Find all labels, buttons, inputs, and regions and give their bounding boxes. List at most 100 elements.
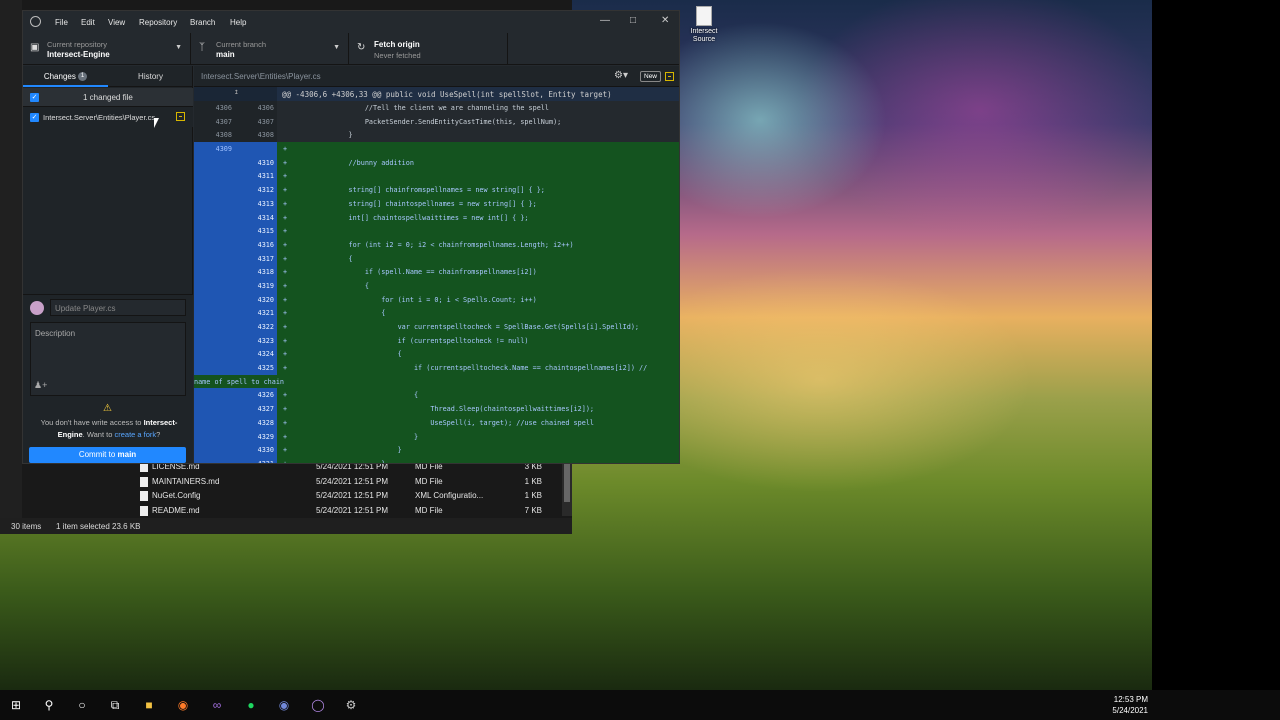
- new-line-number: 4318: [257, 268, 274, 277]
- github-desktop-icon[interactable]: ◯: [310, 697, 326, 713]
- visual-studio-icon[interactable]: ∞: [209, 697, 225, 713]
- new-line-number: 4306: [257, 104, 274, 112]
- changed-file-item[interactable]: ✓ Intersect.Server\Entities\Player.cs: [23, 107, 193, 127]
- sidebar-tabs: Changes 1 History: [23, 66, 193, 87]
- diff-line[interactable]: name of spell to chain: [194, 374, 679, 389]
- line-code: name of spell to chain: [194, 377, 285, 386]
- new-badge: New: [640, 71, 662, 82]
- windows-start-icon[interactable]: ⊞: [8, 697, 24, 713]
- create-fork-link[interactable]: create a fork: [114, 430, 156, 439]
- commit-summary-input[interactable]: Update Player.cs: [50, 299, 186, 316]
- cortana-icon[interactable]: ○: [74, 697, 90, 713]
- new-line-number: 4308: [257, 131, 274, 140]
- file-explorer-icon[interactable]: ■: [141, 697, 157, 713]
- diff-line[interactable]: 4309 +: [194, 142, 679, 156]
- diff-line[interactable]: 4307 4307 PacketSender.SendEntityCastTime…: [194, 114, 679, 129]
- diff-line[interactable]: 4326 + {: [194, 388, 679, 403]
- clock-time: 12:53 PM: [1113, 695, 1148, 704]
- new-line-number: 4319: [257, 281, 274, 290]
- line-code: + if (currentspelltocheck.Name == chaint…: [283, 364, 648, 373]
- current-repository-button[interactable]: ▣ Current repository Intersect-Engine ▼: [23, 33, 191, 65]
- task-view-icon[interactable]: ⧉: [107, 697, 123, 713]
- menu-view[interactable]: View: [108, 18, 125, 27]
- current-branch-button[interactable]: ᛉ Current branch main ▼: [192, 33, 349, 65]
- fetch-origin-button[interactable]: ↻ Fetch origin Never fetched: [350, 33, 508, 65]
- desktop-icon-intersect-source[interactable]: Intersect Source: [682, 6, 726, 44]
- commit-description-input[interactable]: Description: [30, 322, 186, 396]
- close-icon[interactable]: ✕: [661, 15, 669, 26]
- menu-file[interactable]: File: [55, 18, 68, 27]
- new-line-number: 4314: [257, 213, 274, 222]
- line-code: + {: [283, 391, 419, 400]
- status-selection: 1 item selected 23.6 KB: [56, 522, 141, 531]
- diff-line[interactable]: 4322 + var currentspelltocheck = SpellBas…: [194, 320, 679, 334]
- add-coauthor-icon[interactable]: ♟+: [34, 380, 47, 391]
- diff-line[interactable]: 4324 + {: [194, 347, 679, 362]
- line-code: + UseSpell(i, target); //use chained spe…: [283, 418, 594, 427]
- diff-line[interactable]: 4317 + {: [194, 251, 679, 266]
- table-row[interactable]: README.md 5/24/2021 12:51 PM MD File 7 KB: [132, 504, 572, 519]
- scrollbar-thumb[interactable]: [564, 462, 570, 502]
- diff-line[interactable]: 4329 + }: [194, 429, 679, 444]
- description-placeholder: Description: [35, 329, 76, 338]
- new-line-number: 4326: [257, 391, 274, 400]
- diff-line[interactable]: 4311 +: [194, 169, 679, 184]
- line-code: + }: [283, 446, 402, 455]
- file-name: NuGet.Config: [152, 491, 201, 500]
- diff-line[interactable]: 4327 + Thread.Sleep(chaintospellwaittimes…: [194, 402, 679, 416]
- menu-repository[interactable]: Repository: [139, 18, 177, 27]
- select-all-checkbox[interactable]: ✓: [30, 93, 39, 102]
- new-line-number: 4324: [257, 350, 274, 359]
- diff-line[interactable]: 4328 + UseSpell(i, target); //use chained…: [194, 415, 679, 430]
- firefox-icon[interactable]: ◉: [175, 697, 191, 713]
- system-clock[interactable]: 12:53 PM 5/24/2021: [1100, 694, 1148, 716]
- line-code: + //bunny addition: [283, 158, 414, 167]
- line-code: + string[] chainfromspellnames = new str…: [283, 186, 545, 195]
- maximize-icon[interactable]: □: [630, 15, 636, 26]
- line-code: + {: [283, 281, 369, 290]
- diff-line[interactable]: 4325 + if (currentspelltocheck.Name == ch…: [194, 361, 679, 375]
- diff-line[interactable]: 4321 + {: [194, 306, 679, 320]
- expand-up-icon[interactable]: ↥: [234, 87, 239, 96]
- new-line-number: 4328: [257, 418, 274, 427]
- minimize-icon[interactable]: —: [600, 15, 610, 26]
- diff-viewer: Intersect.Server\Entities\Player.cs ⚙▾ N…: [194, 66, 679, 464]
- new-line-number: 4331: [257, 459, 274, 464]
- discord-icon[interactable]: ◉: [276, 697, 292, 713]
- diff-line[interactable]: 4313 + string[] chaintospellnames = new s…: [194, 196, 679, 211]
- menu-help[interactable]: Help: [230, 18, 246, 27]
- menu-branch[interactable]: Branch: [190, 18, 215, 27]
- search-icon[interactable]: ⚲: [41, 697, 57, 713]
- diff-line[interactable]: 4330 + }: [194, 443, 679, 457]
- diff-line[interactable]: 4314 + int[] chaintospellwaittimes = new …: [194, 210, 679, 225]
- gear-icon[interactable]: ⚙▾: [614, 70, 628, 81]
- diff-line[interactable]: 4312 + string[] chainfromspellnames = new…: [194, 183, 679, 197]
- diff-line[interactable]: 4331 + }: [194, 456, 679, 464]
- diff-line[interactable]: 4308 4308 }: [194, 128, 679, 143]
- diff-line[interactable]: 4306 4306 //Tell the client we are channe…: [194, 101, 679, 115]
- spotify-icon[interactable]: ●: [243, 697, 259, 713]
- diff-line[interactable]: 4315 +: [194, 224, 679, 238]
- diff-line[interactable]: 4319 + {: [194, 278, 679, 293]
- tab-history[interactable]: History: [108, 66, 193, 87]
- mouse-cursor: [154, 118, 159, 128]
- warning-text-3: ?: [156, 430, 161, 439]
- diff-line[interactable]: 4323 + if (currentspelltocheck != null): [194, 333, 679, 348]
- old-line-number: 4306: [215, 104, 232, 112]
- app-icon[interactable]: ⚙: [343, 697, 359, 713]
- chevron-down-icon: ▼: [333, 44, 340, 51]
- file-date: 5/24/2021 12:51 PM: [316, 476, 389, 486]
- menu-edit[interactable]: Edit: [81, 18, 95, 27]
- file-checkbox[interactable]: ✓: [30, 113, 39, 122]
- tab-changes[interactable]: Changes 1: [23, 66, 108, 87]
- table-row[interactable]: NuGet.Config 5/24/2021 12:51 PM XML Config…: [132, 489, 572, 504]
- explorer-scrollbar[interactable]: [562, 460, 572, 516]
- diff-line[interactable]: 4318 + if (spell.Name == chainfromspellna…: [194, 265, 679, 279]
- diff-line[interactable]: 4320 + for (int i = 0; i < Spells.Count; …: [194, 292, 679, 307]
- diff-line[interactable]: 4316 + for (int i2 = 0; i2 < chainfromspe…: [194, 237, 679, 252]
- changes-sidebar: Changes 1 History ✓ 1 changed file ✓ Inte…: [23, 66, 193, 463]
- diff-line[interactable]: 4310 + //bunny addition: [194, 155, 679, 170]
- repository-name: Intersect-Engine: [47, 50, 110, 59]
- table-row[interactable]: MAINTAINERS.md 5/24/2021 12:51 PM MD File 1…: [132, 475, 572, 490]
- commit-button[interactable]: Commit to main: [29, 447, 186, 463]
